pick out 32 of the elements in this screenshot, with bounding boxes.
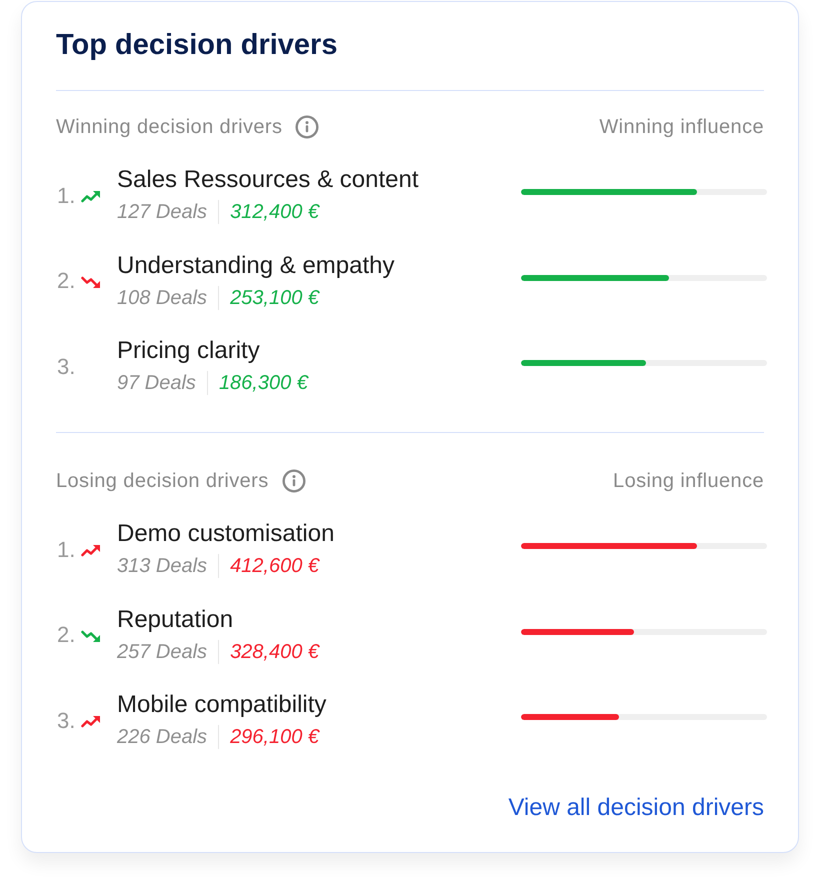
deal-count: 127 Deals [117,200,208,224]
deal-amount: 328,400 € [230,640,320,664]
driver-name: Understanding & empathy [117,252,396,280]
info-icon[interactable] [295,115,320,139]
rank-number: 3. [56,354,76,380]
section-heading: Winning decision drivers [56,115,282,139]
deal-count: 97 Deals [117,371,196,395]
driver-name: Pricing clarity [117,337,261,365]
deal-count: 257 Deals [117,640,208,664]
deal-amount: 186,300 € [218,371,308,395]
rank-number: 3. [56,708,76,734]
deal-count: 108 Deals [117,286,208,310]
deal-amount: 296,100 € [230,725,320,749]
rank-number: 1. [56,182,76,208]
driver-name: Reputation [117,606,234,634]
deal-amount: 312,400 € [230,200,320,224]
section-heading: Losing decision drivers [56,469,269,493]
influence-heading: Losing influence [613,469,764,493]
info-icon[interactable] [282,469,306,493]
rank-number: 2. [56,268,76,294]
driver-name: Mobile compatibility [117,691,328,719]
driver-name: Sales Ressources & content [117,166,420,194]
influence-heading: Winning influence [599,115,764,139]
rank-number: 1. [56,536,76,562]
rank-number: 2. [56,622,76,648]
driver-name: Demo customisation [117,520,336,548]
deal-amount: 412,600 € [230,554,320,578]
card-title: Top decision drivers [56,28,338,62]
view-all-link[interactable]: View all decision drivers [508,794,764,822]
deal-count: 226 Deals [117,725,208,749]
deal-count: 313 Deals [117,554,208,578]
deal-amount: 253,100 € [230,286,320,310]
